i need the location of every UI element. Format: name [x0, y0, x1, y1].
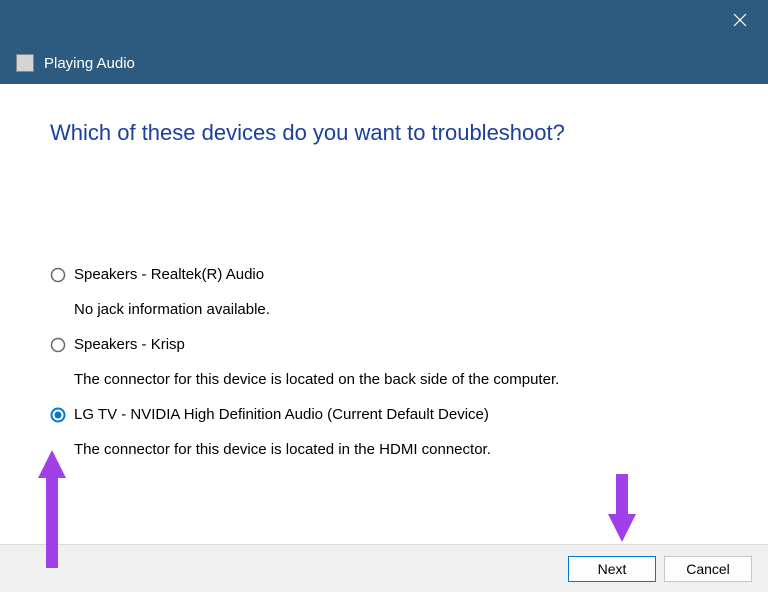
window-title: Playing Audio: [44, 55, 135, 72]
page-heading: Which of these devices do you want to tr…: [50, 120, 718, 146]
device-options: Speakers - Realtek(R) Audio No jack info…: [50, 266, 718, 458]
close-button[interactable]: [730, 10, 750, 30]
device-detail: The connector for this device is located…: [50, 441, 718, 458]
close-icon: [733, 13, 747, 27]
device-label: LG TV - NVIDIA High Definition Audio (Cu…: [74, 406, 489, 423]
titlebar: Playing Audio: [0, 0, 768, 84]
annotation-arrow-down-icon: [600, 468, 644, 548]
device-option: Speakers - Krisp The connector for this …: [50, 336, 718, 388]
device-label: Speakers - Realtek(R) Audio: [74, 266, 264, 283]
next-button[interactable]: Next: [568, 556, 656, 582]
radio-row-lgtv[interactable]: LG TV - NVIDIA High Definition Audio (Cu…: [50, 406, 718, 423]
radio-unselected-icon: [50, 337, 66, 353]
radio-selected-icon: [50, 407, 66, 423]
device-detail: The connector for this device is located…: [50, 371, 718, 388]
radio-row-krisp[interactable]: Speakers - Krisp: [50, 336, 718, 353]
radio-unselected-icon: [50, 267, 66, 283]
device-option: Speakers - Realtek(R) Audio No jack info…: [50, 266, 718, 318]
device-label: Speakers - Krisp: [74, 336, 185, 353]
device-detail: No jack information available.: [50, 301, 718, 318]
title-row: Playing Audio: [16, 54, 135, 72]
radio-row-realtek[interactable]: Speakers - Realtek(R) Audio: [50, 266, 718, 283]
device-option: LG TV - NVIDIA High Definition Audio (Cu…: [50, 406, 718, 458]
cancel-button[interactable]: Cancel: [664, 556, 752, 582]
footer: Next Cancel: [0, 544, 768, 592]
troubleshooter-icon: [16, 54, 34, 72]
content-area: Which of these devices do you want to tr…: [0, 84, 768, 458]
